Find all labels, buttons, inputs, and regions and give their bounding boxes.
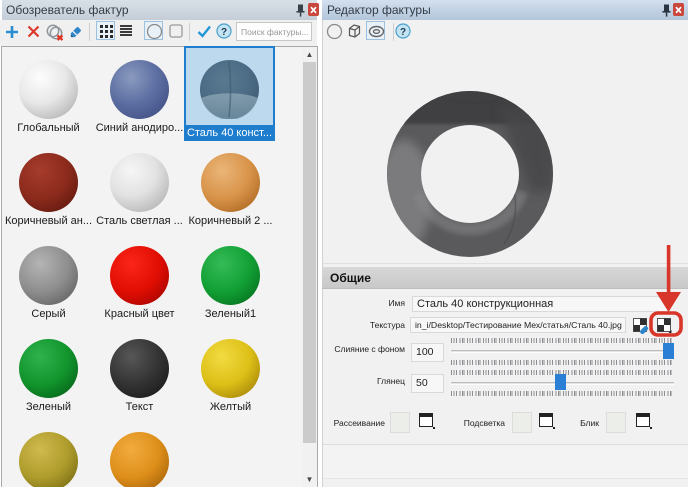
svg-text:?: ? [221, 27, 227, 38]
svg-text:?: ? [400, 27, 406, 38]
